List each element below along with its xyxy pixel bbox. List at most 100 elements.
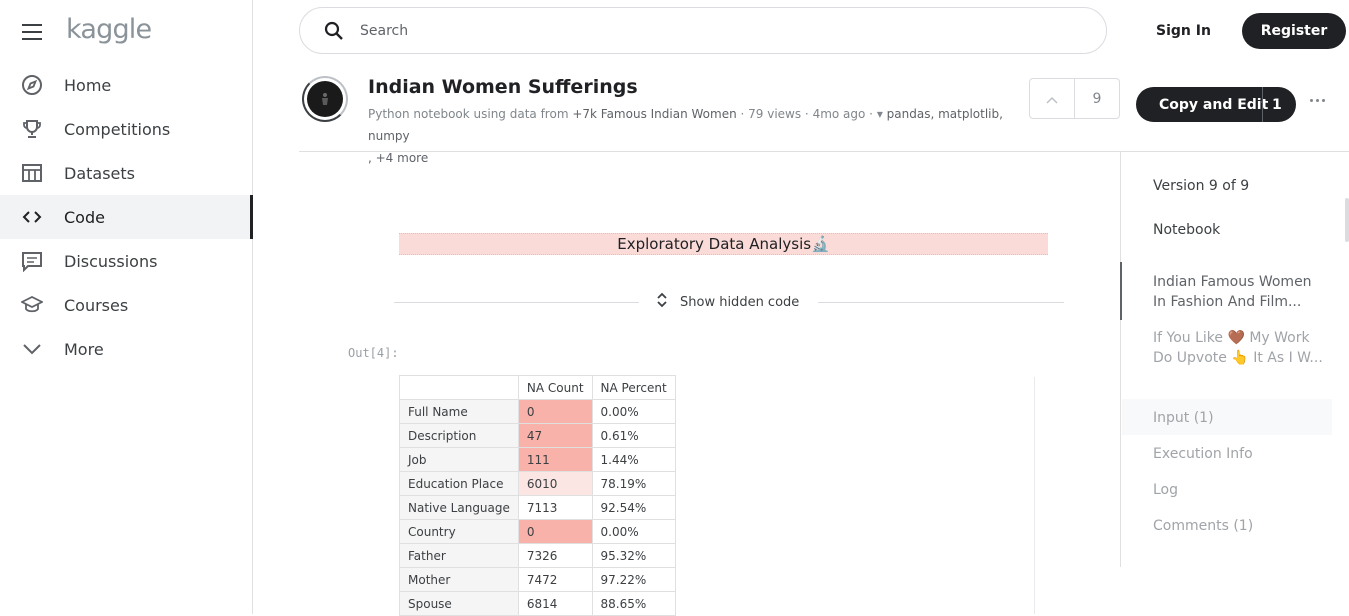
code-icon <box>21 206 43 228</box>
execution-info-tab[interactable]: Execution Info <box>1153 444 1253 464</box>
dataset-link[interactable]: +7k Famous Indian Women <box>572 107 736 121</box>
sidebar-item-datasets[interactable]: Datasets <box>0 151 253 195</box>
na-percent-cell: 95.32% <box>591 543 676 568</box>
toc-item-1[interactable]: Indian Famous Women In Fashion And Film.… <box>1153 272 1312 312</box>
expand-icon <box>656 291 668 313</box>
kaggle-logo[interactable]: kaggle <box>66 14 152 45</box>
output-divider <box>1034 377 1035 614</box>
show-hidden-code-button[interactable]: Show hidden code <box>656 290 799 314</box>
row-label: Father <box>399 543 519 568</box>
row-label: Full Name <box>399 399 519 424</box>
na-count-cell: 111 <box>517 447 593 472</box>
na-percent-cell: 0.00% <box>591 519 676 544</box>
more-tags-link[interactable]: , +4 more <box>368 151 428 165</box>
row-label: Description <box>399 423 519 448</box>
upvote-button[interactable] <box>1030 79 1075 118</box>
na-percent-cell: 78.19% <box>591 471 676 496</box>
meta-prefix: Python notebook using data from <box>368 107 573 121</box>
copy-edit-count: 1 <box>1272 96 1282 113</box>
chevron-down-icon <box>21 338 43 360</box>
age-text: 4mo ago <box>812 107 866 121</box>
sidebar-nav: Home Competitions Datasets Code Discussi… <box>0 63 253 371</box>
avatar[interactable] <box>302 76 348 122</box>
sidebar: kaggle Home Competitions Datasets Code D… <box>0 0 253 614</box>
sidebar-item-courses[interactable]: Courses <box>0 283 253 327</box>
sidebar-item-label: Courses <box>64 295 129 315</box>
sidebar-item-label: Home <box>64 75 112 95</box>
na-count-cell: 6814 <box>517 591 593 616</box>
na-count-cell: 6010 <box>517 471 593 496</box>
sidebar-item-discussions[interactable]: Discussions <box>0 239 253 283</box>
table-row: Job 111 1.44% <box>399 447 676 472</box>
avatar-image <box>307 81 343 117</box>
sidebar-item-label: Competitions <box>64 119 171 139</box>
na-percent-cell: 1.44% <box>591 447 676 472</box>
table-row: Full Name 0 0.00% <box>399 399 676 424</box>
sidebar-item-label: Discussions <box>64 251 158 271</box>
na-count-cell: 47 <box>517 423 593 448</box>
notebook-tab[interactable]: Notebook <box>1153 220 1220 240</box>
toc-item-2-line1: If You Like 🤎 My Work <box>1153 330 1310 346</box>
toc-item-1-line2: In Fashion And Film... <box>1153 294 1302 310</box>
row-label: Country <box>399 519 519 544</box>
sidebar-item-more[interactable]: More <box>0 327 253 371</box>
table-row: Native Language 7113 92.54% <box>399 495 676 520</box>
search-icon <box>324 21 344 41</box>
table-body: Full Name 0 0.00% Description 47 0.61% Job 111 1… <box>399 399 676 616</box>
sidebar-item-label: Datasets <box>64 163 135 183</box>
row-label: Spouse <box>399 591 519 616</box>
scrollbar-thumb[interactable] <box>1345 198 1349 242</box>
log-tab[interactable]: Log <box>1153 480 1178 500</box>
vote-count: 9 <box>1092 90 1102 107</box>
comments-icon <box>21 250 43 272</box>
vote-widget: 9 <box>1029 78 1120 119</box>
table-header-row: NA Count NA Percent <box>399 375 676 400</box>
na-table: NA Count NA Percent Full Name 0 0.00% Descr… <box>399 375 676 616</box>
version-link[interactable]: Version 9 of 9 <box>1153 176 1249 196</box>
na-percent-cell: 0.00% <box>591 399 676 424</box>
sign-in-button[interactable]: Sign In <box>1156 23 1211 39</box>
na-count-cell: 0 <box>517 519 593 544</box>
input-tab[interactable]: Input (1) <box>1153 408 1214 428</box>
comments-tab[interactable]: Comments (1) <box>1153 516 1253 536</box>
row-label: Job <box>399 447 519 472</box>
sidebar-item-home[interactable]: Home <box>0 63 253 107</box>
more-options-icon[interactable] <box>1310 96 1328 104</box>
toc-item-2[interactable]: If You Like 🤎 My Work Do Upvote 👆 It As … <box>1153 328 1323 368</box>
copy-edit-label: Copy and Edit <box>1159 96 1269 113</box>
sidebar-item-competitions[interactable]: Competitions <box>0 107 253 151</box>
compass-icon <box>21 74 43 96</box>
copy-edit-divider <box>1262 87 1263 122</box>
register-button[interactable]: Register <box>1242 13 1346 49</box>
row-label: Native Language <box>399 495 519 520</box>
search-bar[interactable] <box>299 7 1107 54</box>
notebook-title: Indian Women Sufferings <box>368 76 638 98</box>
table-row: Spouse 6814 88.65% <box>399 591 676 616</box>
na-count-cell: 7113 <box>517 495 593 520</box>
show-hidden-code-label: Show hidden code <box>680 294 800 310</box>
na-count-cell: 0 <box>517 399 593 424</box>
table-header-index <box>399 375 519 400</box>
show-hidden-code-row: Show hidden code <box>394 290 1064 314</box>
toc-item-2-line2: Do Upvote 👆 It As I W... <box>1153 350 1323 366</box>
na-count-cell: 7472 <box>517 567 593 592</box>
notebook-meta: Python notebook using data from +7k Famo… <box>368 103 1018 169</box>
table-header-na-percent: NA Percent <box>591 375 676 400</box>
copy-and-edit-button[interactable]: Copy and Edit 1 <box>1136 87 1296 122</box>
row-label: Mother <box>399 567 519 592</box>
table-row: Country 0 0.00% <box>399 519 676 544</box>
row-label: Education Place <box>399 471 519 496</box>
table-header-na-count: NA Count <box>517 375 593 400</box>
na-percent-cell: 97.22% <box>591 567 676 592</box>
hamburger-menu-icon[interactable] <box>22 24 42 40</box>
sidebar-item-label: More <box>64 339 104 359</box>
na-percent-cell: 92.54% <box>591 495 676 520</box>
table-row: Mother 7472 97.22% <box>399 567 676 592</box>
sidebar-item-code[interactable]: Code <box>0 195 253 239</box>
toc-active-marker <box>1120 262 1122 320</box>
sidebar-item-label: Code <box>64 207 105 227</box>
table-row: Education Place 6010 78.19% <box>399 471 676 496</box>
na-count-cell: 7326 <box>517 543 593 568</box>
divider-left <box>394 302 639 303</box>
search-input[interactable] <box>358 21 958 40</box>
